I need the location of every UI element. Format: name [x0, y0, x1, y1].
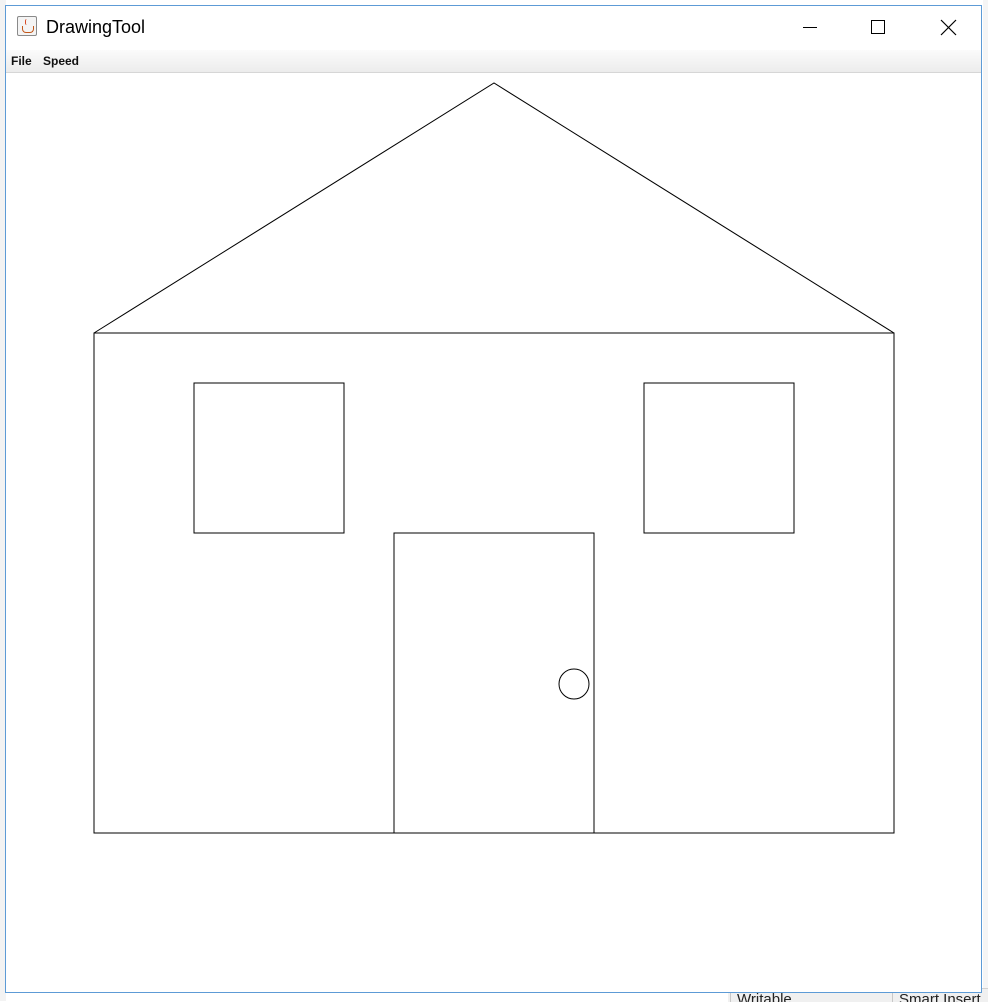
java-cup-icon[interactable]: [17, 16, 37, 36]
minimize-icon: [803, 27, 817, 28]
drawing-canvas[interactable]: [6, 73, 981, 992]
left-window: [193, 382, 345, 534]
door: [393, 532, 595, 834]
house-drawing: [93, 82, 895, 834]
maximize-button[interactable]: [855, 6, 901, 50]
window-title: DrawingTool: [46, 17, 146, 37]
minimize-button[interactable]: [786, 6, 832, 50]
menu-file[interactable]: File: [11, 54, 32, 68]
menu-bar: File Speed: [6, 50, 981, 73]
close-button[interactable]: [925, 6, 971, 50]
drawingtool-window: DrawingTool File Speed: [5, 5, 982, 993]
house-body: [93, 332, 895, 834]
title-bar[interactable]: DrawingTool: [6, 6, 981, 50]
maximize-icon: [871, 20, 885, 34]
door-knob: [558, 668, 590, 700]
background-editor-strip-right: [983, 0, 988, 988]
right-window: [643, 382, 795, 534]
close-icon: [940, 19, 957, 36]
roof: [93, 82, 895, 334]
menu-speed[interactable]: Speed: [43, 54, 79, 68]
